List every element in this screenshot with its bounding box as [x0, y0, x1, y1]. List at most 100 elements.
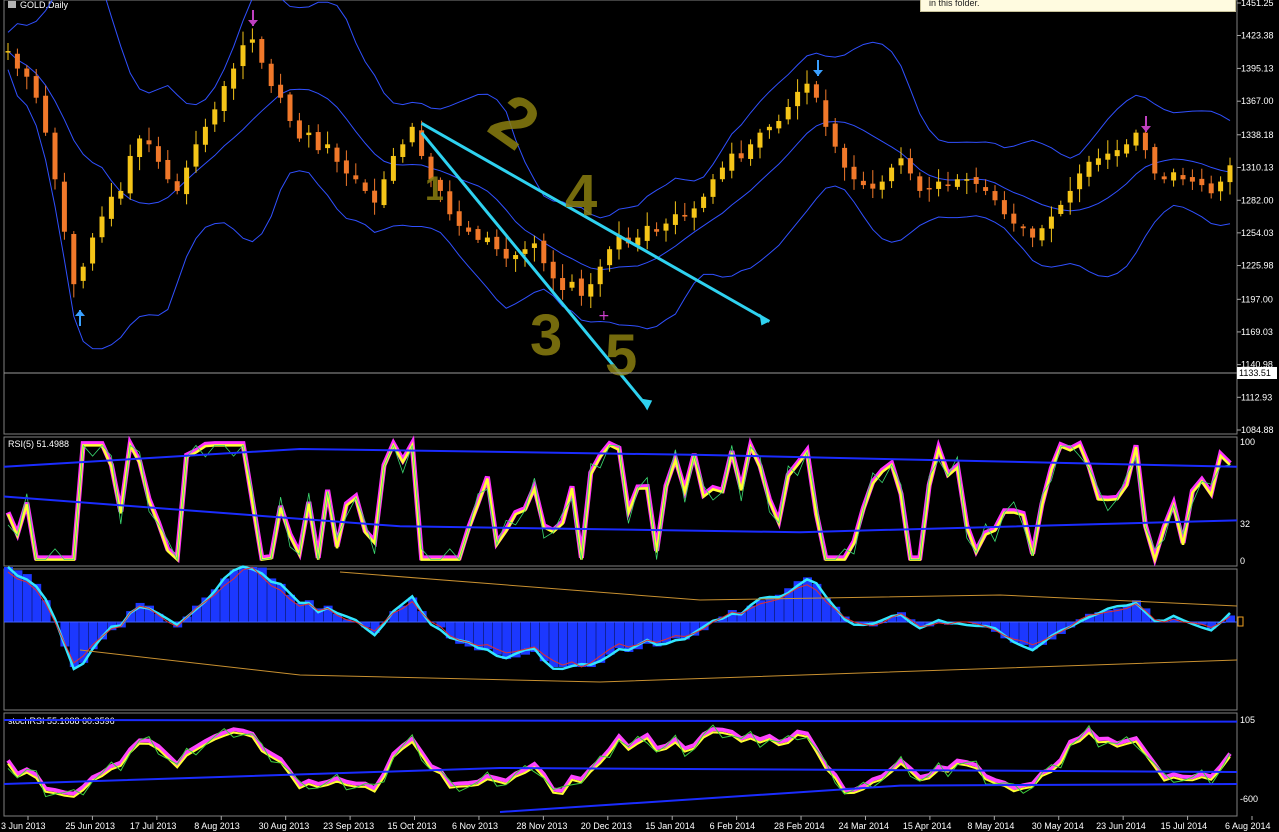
- candle-body: [362, 182, 368, 191]
- candle-body: [475, 229, 481, 240]
- macd-histogram-bar: [276, 583, 286, 622]
- price-tick-label: 1451.25: [1241, 0, 1274, 8]
- indicator-axes: 100 32 0 105 -600: [1237, 437, 1258, 804]
- candle-body: [1114, 150, 1120, 157]
- macd-histogram-bar: [803, 577, 812, 622]
- rsi-label: RSI(5) 51.4988: [8, 439, 69, 449]
- candle-body: [1152, 147, 1158, 174]
- macd-histogram-bar: [239, 567, 248, 622]
- candle-body: [513, 255, 519, 260]
- candle-body: [757, 132, 763, 148]
- candle-body: [494, 236, 500, 250]
- candle-body: [1218, 181, 1224, 192]
- candle-body: [71, 233, 77, 285]
- time-tick-label: 15 Apr 2014: [903, 821, 952, 831]
- candle-body: [917, 176, 923, 191]
- candle-body: [607, 249, 613, 266]
- macd-histogram-bar: [248, 567, 258, 622]
- candle-body: [146, 140, 152, 145]
- price-tick-label: 1282.00: [1241, 195, 1274, 205]
- price-tick-label: 1112.93: [1241, 392, 1272, 402]
- candle-body: [456, 211, 462, 226]
- macd-histogram-bar: [577, 622, 587, 667]
- macd-histogram-bar: [502, 622, 512, 660]
- candle-body: [390, 155, 396, 181]
- candle-body: [644, 225, 650, 241]
- time-tick-label: 6 Nov 2013: [452, 821, 498, 831]
- candle-body: [24, 68, 30, 77]
- candle-body: [503, 248, 509, 259]
- candle-body: [597, 266, 603, 285]
- time-tick-label: 28 Feb 2014: [774, 821, 825, 831]
- candle-body: [174, 181, 180, 191]
- time-tick-label: 20 Dec 2013: [581, 821, 632, 831]
- candle-body: [1171, 172, 1177, 181]
- candle-body: [1105, 153, 1111, 160]
- candle-body: [1011, 213, 1017, 224]
- time-tick-label: 3 Jun 2013: [1, 821, 46, 831]
- candle-body: [672, 214, 678, 225]
- wave-label-1: 1: [425, 170, 444, 208]
- candle-body: [306, 132, 312, 136]
- time-tick-label: 8 May 2014: [967, 821, 1014, 831]
- candle-body: [52, 132, 58, 180]
- marker-cross: +: [598, 308, 610, 324]
- macd-histogram-bar: [558, 622, 568, 667]
- candle-body: [343, 160, 349, 174]
- macd-histogram-bar: [1028, 622, 1038, 650]
- price-tick-label: 1338.18: [1241, 130, 1274, 140]
- candle-body: [729, 153, 735, 171]
- candle-body: [842, 147, 848, 168]
- candle-body: [973, 177, 979, 184]
- candle-body: [193, 144, 199, 167]
- candle-body: [1199, 178, 1205, 186]
- current-price-label: 1133.51: [1239, 368, 1271, 378]
- candle-body: [569, 281, 575, 288]
- candle-body: [14, 53, 20, 69]
- time-tick-label: 23 Sep 2013: [323, 821, 374, 831]
- candle-body: [560, 278, 566, 291]
- candle-body: [907, 158, 913, 174]
- candle-body: [287, 94, 293, 122]
- candle-body: [926, 187, 932, 190]
- candle-body: [832, 123, 838, 147]
- candle-body: [1180, 175, 1186, 180]
- candle-body: [860, 180, 866, 186]
- time-tick-label: 6 Aug 2014: [1225, 821, 1271, 831]
- candle-body: [531, 243, 537, 248]
- price-tick-label: 1367.00: [1241, 96, 1274, 106]
- candle-body: [1208, 183, 1214, 194]
- candle-body: [231, 68, 237, 89]
- candle-body: [400, 144, 406, 157]
- price-tick-label: 1310.13: [1241, 162, 1274, 172]
- candle-body: [719, 167, 725, 180]
- macd-histogram-bar: [549, 622, 559, 667]
- candle-body: [221, 86, 227, 112]
- candle-body: [259, 39, 265, 63]
- time-tick-label: 8 Aug 2013: [194, 821, 240, 831]
- candle-body: [1189, 177, 1195, 182]
- candle-body: [61, 181, 67, 232]
- candle-body: [1030, 228, 1036, 238]
- candle-body: [823, 100, 829, 127]
- price-tick-label: 1423.38: [1241, 30, 1274, 40]
- candle-body: [184, 167, 190, 195]
- candle-body: [353, 175, 359, 180]
- candle-body: [983, 187, 989, 191]
- macd-histogram-bar: [286, 594, 295, 622]
- candle-body: [1095, 158, 1101, 165]
- notice-tooltip[interactable]: in this folder.: [920, 0, 1236, 12]
- candle-body: [785, 107, 791, 120]
- candle-body: [870, 183, 876, 189]
- candle-body: [484, 237, 490, 243]
- candle-body: [43, 95, 49, 133]
- macd-histogram-bar: [596, 622, 606, 663]
- time-tick-label: 30 Aug 2013: [259, 821, 310, 831]
- candle-body: [879, 181, 885, 190]
- time-tick-label: 23 Jun 2014: [1096, 821, 1146, 831]
- macd-zero-marker: [1237, 616, 1244, 627]
- chart-workspace[interactable]: GOLD,Daily RSI(5) 51.4988 stochRSI 55.10…: [0, 0, 1279, 832]
- rsi-level-0: 0: [1240, 556, 1245, 566]
- time-axis: 3 Jun 2013 25 Jun 2013 17 Jul 2013 8 Aug 20…: [1, 816, 1271, 831]
- candle-body: [1086, 161, 1092, 177]
